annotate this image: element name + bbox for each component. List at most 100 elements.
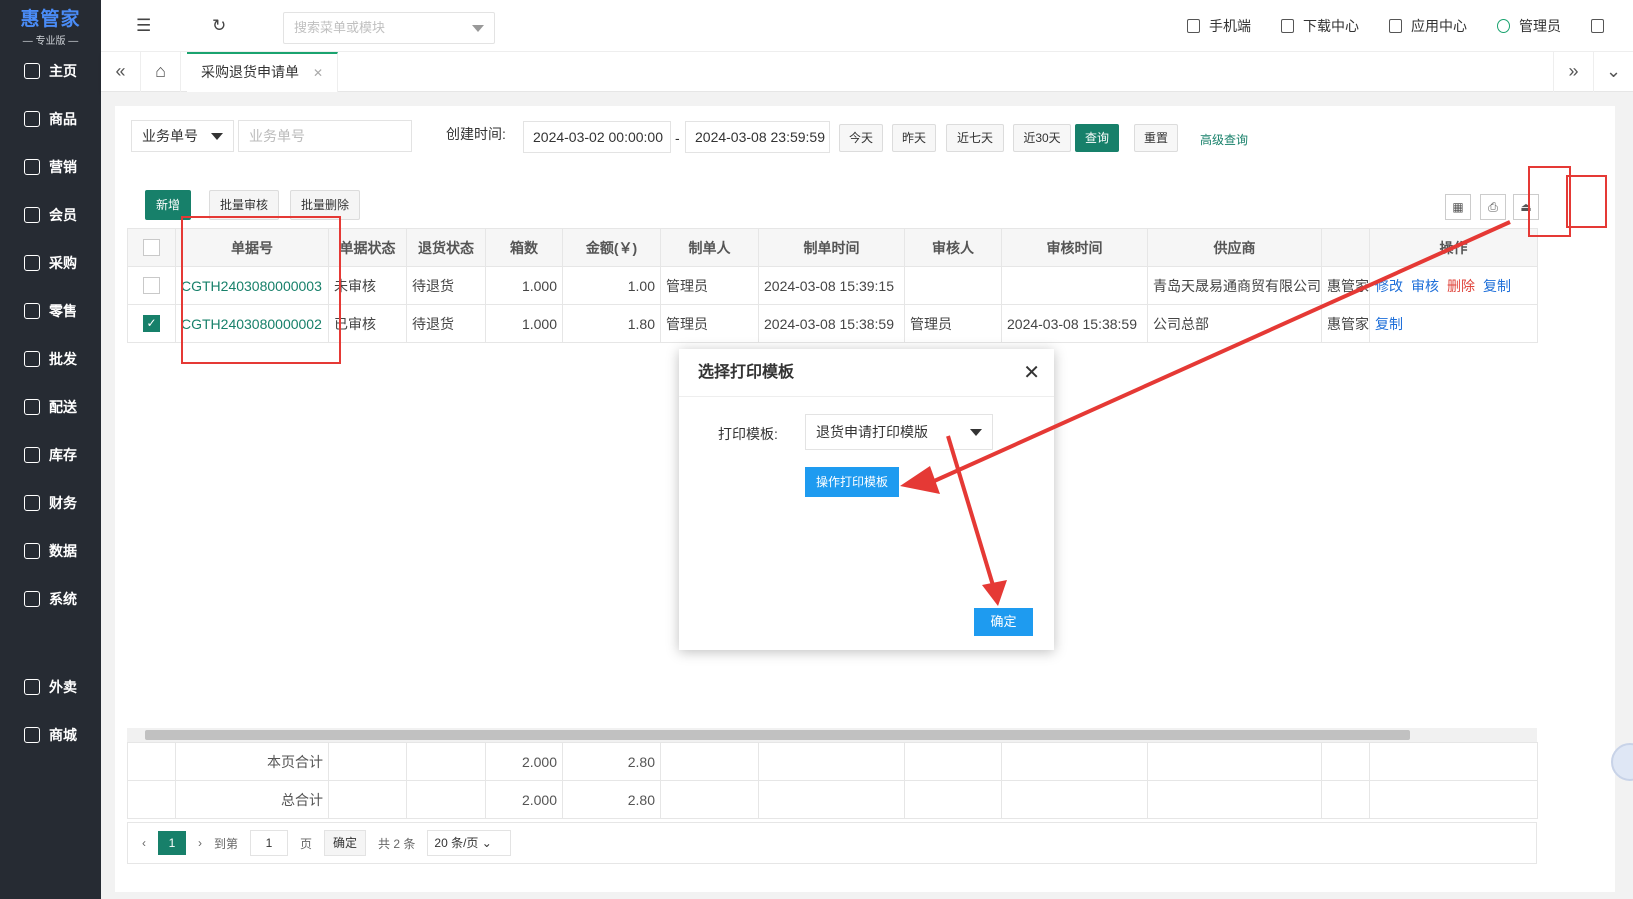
operations-cell: 修改 审核 删除 复制: [1369, 266, 1538, 305]
logo: 惠管家 — 专业版 —: [0, 0, 101, 48]
tab-purchase-return[interactable]: 采购退货申请单 ✕: [187, 52, 339, 92]
today-button[interactable]: 今天: [839, 124, 883, 152]
sidebar-item[interactable]: 系统: [0, 575, 101, 623]
last-7-days-button[interactable]: 近七天: [946, 124, 1004, 152]
mobile-link[interactable]: 手机端: [1187, 16, 1251, 36]
date-separator: -: [675, 130, 680, 146]
header-cell[interactable]: [1321, 228, 1370, 267]
download-link[interactable]: 下载中心: [1281, 16, 1359, 36]
tabbar: « ⌂ 采购退货申请单 ✕ » ⌄: [101, 52, 1633, 92]
row-action-link[interactable]: 修改: [1375, 278, 1403, 294]
menu-toggle-icon[interactable]: ☰: [136, 16, 151, 36]
close-tab-icon[interactable]: ✕: [313, 66, 323, 80]
close-icon[interactable]: ✕: [1023, 349, 1040, 397]
printer-icon[interactable]: ⎙: [1480, 194, 1506, 220]
apps-link[interactable]: 应用中心: [1389, 16, 1467, 36]
logout-button[interactable]: [1591, 19, 1613, 33]
system-icon: [24, 591, 40, 607]
sidebar-item-label: 外卖: [49, 679, 77, 695]
scrollbar-thumb[interactable]: [145, 730, 1410, 740]
brand-name: 惠管家: [20, 9, 81, 30]
row-checkbox-cell: [127, 266, 176, 305]
header-cell[interactable]: 审核时间: [1001, 228, 1148, 267]
reset-button[interactable]: 重置: [1134, 124, 1178, 152]
header-cell[interactable]: 退货状态: [406, 228, 486, 267]
home-tab-icon[interactable]: ⌂: [141, 52, 181, 92]
marketing-icon: [24, 159, 40, 175]
header-cell[interactable]: 制单人: [660, 228, 759, 267]
select-all-cell[interactable]: [127, 228, 176, 267]
chevron-down-icon: [472, 25, 484, 32]
sidebar-item-label: 采购: [49, 255, 77, 271]
row-action-link[interactable]: 复制: [1483, 278, 1511, 294]
sidebar-item[interactable]: 零售: [0, 287, 101, 335]
order-number-input[interactable]: 业务单号: [238, 120, 412, 152]
template-select[interactable]: 退货申请打印模版: [805, 414, 993, 450]
sidebar-item[interactable]: 商城: [0, 711, 101, 759]
query-button[interactable]: 查询: [1075, 124, 1119, 152]
select-all-checkbox[interactable]: [143, 239, 160, 257]
retail-icon: [24, 303, 40, 319]
last-30-days-button[interactable]: 近30天: [1013, 124, 1071, 152]
columns-icon[interactable]: ▦: [1445, 194, 1471, 220]
sidebar-item[interactable]: 库存: [0, 431, 101, 479]
header-cell[interactable]: 金额(￥): [562, 228, 661, 267]
tabs-menu-chevron-icon[interactable]: ⌄: [1593, 52, 1633, 92]
monitor-icon: [1281, 19, 1294, 33]
header-cell[interactable]: 审核人: [904, 228, 1002, 267]
page-total-label: 本页合计: [175, 742, 329, 781]
sidebar-item[interactable]: 数据: [0, 527, 101, 575]
header-cell[interactable]: 制单时间: [758, 228, 905, 267]
data-icon: [24, 543, 40, 559]
sidebar-item[interactable]: 外卖: [0, 663, 101, 711]
sidebar-item-label: 财务: [49, 495, 77, 511]
date-from-input[interactable]: 2024-03-02 00:00:00: [523, 121, 671, 153]
page-total-boxes: 2.000: [485, 742, 563, 781]
sidebar-item[interactable]: 营销: [0, 143, 101, 191]
horizontal-scrollbar[interactable]: [127, 728, 1537, 742]
summary-table: 本页合计 2.000 2.80 总合计 2.000 2.80: [127, 742, 1538, 819]
page-number-input[interactable]: 1: [250, 830, 289, 856]
field-select[interactable]: 业务单号: [131, 120, 234, 152]
sidebar-item-label: 商城: [49, 727, 77, 743]
goto-confirm-button[interactable]: 确定: [324, 830, 367, 856]
row-action-link[interactable]: 审核: [1411, 278, 1439, 294]
sidebar: 惠管家 — 专业版 — 主页商品营销 会员采购零售 批发 配送 库存财务数据 系统外卖商城: [0, 0, 101, 899]
row-checkbox[interactable]: [143, 277, 160, 295]
date-to-input[interactable]: 2024-03-08 23:59:59: [685, 121, 830, 153]
sidebar-item[interactable]: 主页: [0, 47, 101, 95]
sidebar-item[interactable]: 配送: [0, 383, 101, 431]
tabs-scroll-left-icon[interactable]: «: [101, 52, 141, 92]
amount-cell: 1.00: [562, 266, 661, 305]
user-menu[interactable]: 管理员: [1497, 16, 1561, 36]
supplier-cell: 青岛天晟易通商贸有限公司: [1147, 266, 1322, 305]
search-input[interactable]: 搜索菜单或模块: [283, 12, 495, 44]
tabs-scroll-right-icon[interactable]: »: [1553, 52, 1593, 92]
sidebar-item[interactable]: 商品: [0, 95, 101, 143]
phone-icon: [1187, 19, 1200, 33]
row-action-link[interactable]: 删除: [1447, 278, 1475, 294]
dialog-confirm-button[interactable]: 确定: [974, 608, 1033, 636]
boxes-cell: 1.000: [485, 304, 563, 343]
refresh-icon[interactable]: ↻: [212, 16, 226, 36]
operations-cell: 复制: [1369, 304, 1538, 343]
yesterday-button[interactable]: 昨天: [892, 124, 936, 152]
page-size-select[interactable]: 20 条/页 ⌄: [427, 830, 512, 856]
header-cell: 操作: [1369, 228, 1538, 267]
row-checkbox-checked[interactable]: ✓: [143, 315, 160, 333]
operate-template-button[interactable]: 操作打印模板: [805, 467, 899, 497]
sidebar-item[interactable]: 财务: [0, 479, 101, 527]
sidebar-item[interactable]: 会员: [0, 191, 101, 239]
header-cell[interactable]: 箱数: [485, 228, 563, 267]
sidebar-item[interactable]: 批发: [0, 335, 101, 383]
advanced-query-link[interactable]: 高级查询: [1200, 131, 1248, 148]
make-time-cell: 2024-03-08 15:39:15: [758, 266, 905, 305]
sidebar-item[interactable]: 采购: [0, 239, 101, 287]
row-action-link[interactable]: 复制: [1375, 316, 1403, 332]
top-links: 手机端 下载中心 应用中心 管理员: [1157, 0, 1613, 52]
prev-page-icon[interactable]: ‹: [142, 836, 146, 850]
current-page[interactable]: 1: [158, 831, 186, 855]
sidebar-item-label: 商品: [49, 111, 77, 127]
next-page-icon[interactable]: ›: [198, 836, 202, 850]
header-cell[interactable]: 供应商: [1147, 228, 1322, 267]
